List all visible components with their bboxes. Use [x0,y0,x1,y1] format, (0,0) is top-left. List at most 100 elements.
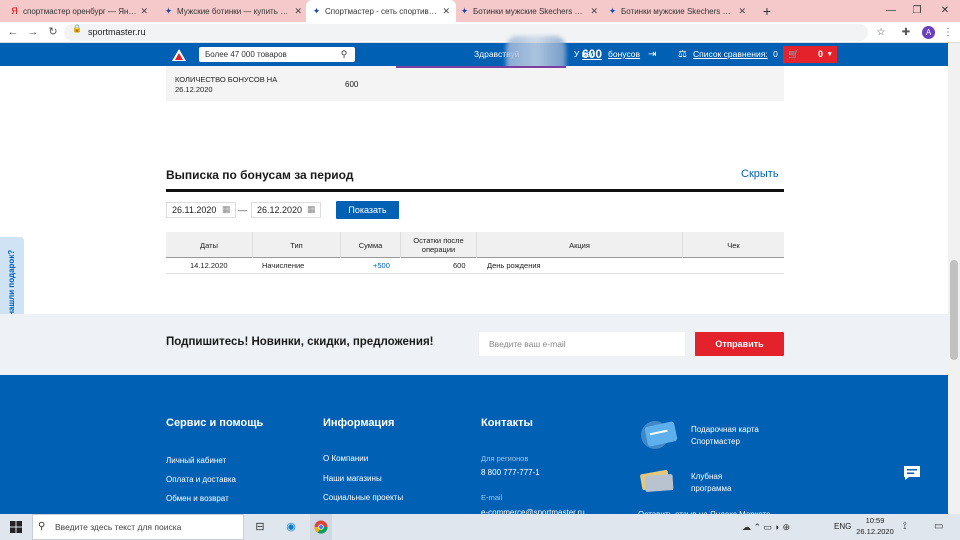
taskbar-clock[interactable]: 10:59 26.12.2020 [855,515,895,537]
chrome-logo [314,520,328,534]
column-header: Остатки после операции [401,232,477,258]
compare-label[interactable]: Список сравнения: [693,49,768,59]
compare-count: 0 [773,49,778,59]
tab-title: Мужские ботинки — купить с д [177,6,291,16]
search-icon: ⚲ [38,521,46,532]
table-header: Даты Тип Сумма Остатки после операции Ак… [166,232,784,258]
club-card-icon[interactable] [637,466,677,494]
show-button[interactable]: Показать [336,201,399,219]
column-header: Тип [253,232,341,258]
sportmaster-favicon-icon: ✦ [312,5,321,16]
date-range-dash: — [238,205,247,215]
maximize-icon[interactable]: ❐ [904,0,930,22]
close-tab-icon[interactable]: ✕ [140,6,148,17]
tab-skechers-delt[interactable]: ✦ Ботинки мужские Skechers Delt ✕ [602,0,752,22]
row-promo: День рождения [487,261,541,270]
extensions-icon[interactable]: ✚ [899,22,913,43]
club-program-link[interactable]: Клубная программа [691,471,751,495]
footer-link[interactable]: Социальные проекты [323,493,403,502]
forward-icon[interactable]: → [26,22,40,43]
profile-avatar[interactable]: A [922,26,935,39]
language-indicator[interactable]: ENG [834,514,851,540]
windows-start-icon[interactable] [10,521,22,533]
table-row: 14.12.2020 Начисление +500 600 День рожд… [166,258,784,274]
reload-icon[interactable]: ↻ [46,22,60,43]
footer-link[interactable]: Наши магазины [323,474,382,483]
yandex-icon: Я [11,5,18,16]
close-tab-icon[interactable]: ✕ [738,6,746,17]
cart-button[interactable]: 🛒 0 ▾ [783,46,837,63]
sportmaster-favicon-icon: ✦ [164,5,173,16]
phone-link[interactable]: 8 800 777-777-1 [481,468,540,477]
notifications-icon[interactable]: ▭ [934,514,943,540]
lock-icon[interactable]: 🔒 [72,24,82,33]
edge-icon[interactable]: ◉ [280,514,302,540]
bonus-balance-label: КОЛИЧЕСТВО БОНУСОВ НА 26.12.2020 [175,75,278,94]
footer-contacts-title: Контакты [481,417,533,429]
tab-skechers-bosi[interactable]: ✦ Ботинки мужские Skechers Bosi ✕ [454,0,604,22]
tab-sportmaster[interactable]: ✦ Спортмастер - сеть спортивны ✕ [306,0,456,22]
quick-tool-icon[interactable]: ⟟ [903,514,907,540]
close-tab-icon[interactable]: ✕ [294,6,302,17]
hide-link[interactable]: Скрыть [741,168,779,180]
tray-icons[interactable]: ☁ ⌃ ▭ ◗ ⊕ [742,514,790,540]
menu-dots-icon[interactable]: ⋮ [941,22,955,43]
accent-line [396,66,566,68]
search-icon[interactable]: ⚲ [338,47,350,62]
bonus-balance-value: 600 [345,80,359,89]
cart-count: 0 [818,49,824,59]
scrollbar-thumb[interactable] [950,260,958,360]
close-window-icon[interactable]: ✕ [932,0,958,22]
bookmark-star-icon[interactable]: ☆ [874,22,888,43]
close-tab-icon[interactable]: ✕ [442,6,450,17]
gift-card-icon[interactable] [640,420,682,450]
calendar-icon[interactable]: ▦ [307,204,316,215]
subscribe-band [0,314,948,375]
taskbar-search-input[interactable]: Введите здесь текст для поиска [32,514,244,540]
send-button[interactable]: Отправить [695,332,784,356]
column-header: Сумма [341,232,401,258]
footer-link[interactable]: Личный кабинет [166,456,226,465]
sportmaster-favicon-icon: ✦ [608,5,617,16]
url-field[interactable]: sportmaster.ru [64,24,868,41]
footer-link[interactable]: Оплата и доставка [166,475,236,484]
column-header: Чек [727,240,740,250]
footer-link[interactable]: Обмен и возврат [166,494,229,503]
task-view-icon[interactable]: ⊟ [249,514,271,540]
chat-icon[interactable] [903,465,921,481]
back-icon[interactable]: ← [6,22,20,43]
column-header: Акция [477,232,683,258]
footer-service-title: Сервис и помощь [166,417,264,429]
footer-link[interactable]: О Компании [323,454,368,463]
chevron-down-icon: ▾ [828,51,832,58]
email-input[interactable]: Введите ваш e-mail [479,332,685,356]
gift-card-link[interactable]: Подарочная карта Спортмастер [691,424,781,448]
tab-men-boots[interactable]: ✦ Мужские ботинки — купить с д ✕ [158,0,308,22]
regions-label: Для регионов [481,454,529,463]
column-header: Даты [166,232,253,258]
row-date: 14.12.2020 [190,261,228,270]
cart-icon: 🛒 [788,49,800,59]
row-balance: 600 [453,261,466,270]
bonus-word-link[interactable]: бонусов [608,43,640,66]
footer-info-title: Информация [323,417,395,429]
sportmaster-favicon-icon: ✦ [460,5,469,16]
tab-title: Ботинки мужские Skechers Bosi [473,6,587,16]
search-input[interactable]: Более 47 000 товаров [199,47,355,62]
tab-title: Спортмастер - сеть спортивны [325,6,439,16]
row-amount: +500 [373,261,390,270]
chrome-icon[interactable] [310,514,332,540]
subscribe-text: Подпишитесь! Новинки, скидки, предложени… [166,336,434,348]
calendar-icon[interactable]: ▦ [222,204,231,215]
compare-icon[interactable]: ⚖ [678,43,687,66]
logout-icon[interactable]: ⇥ [648,43,656,66]
bonus-count-link[interactable]: 600 [582,43,602,66]
new-tab-button[interactable]: + [758,2,776,20]
sportmaster-logo[interactable] [171,47,187,63]
browser-tab-strip: Я спортмастер оренбург — Яндекс ✕ ✦ Мужс… [0,0,960,22]
compare-link[interactable]: Список сравнения: 0 [693,43,778,66]
close-tab-icon[interactable]: ✕ [590,6,598,17]
tab-yandex[interactable]: Я спортмастер оренбург — Яндекс ✕ [4,0,154,22]
minimize-icon[interactable]: — [878,0,904,22]
footer [0,375,948,514]
